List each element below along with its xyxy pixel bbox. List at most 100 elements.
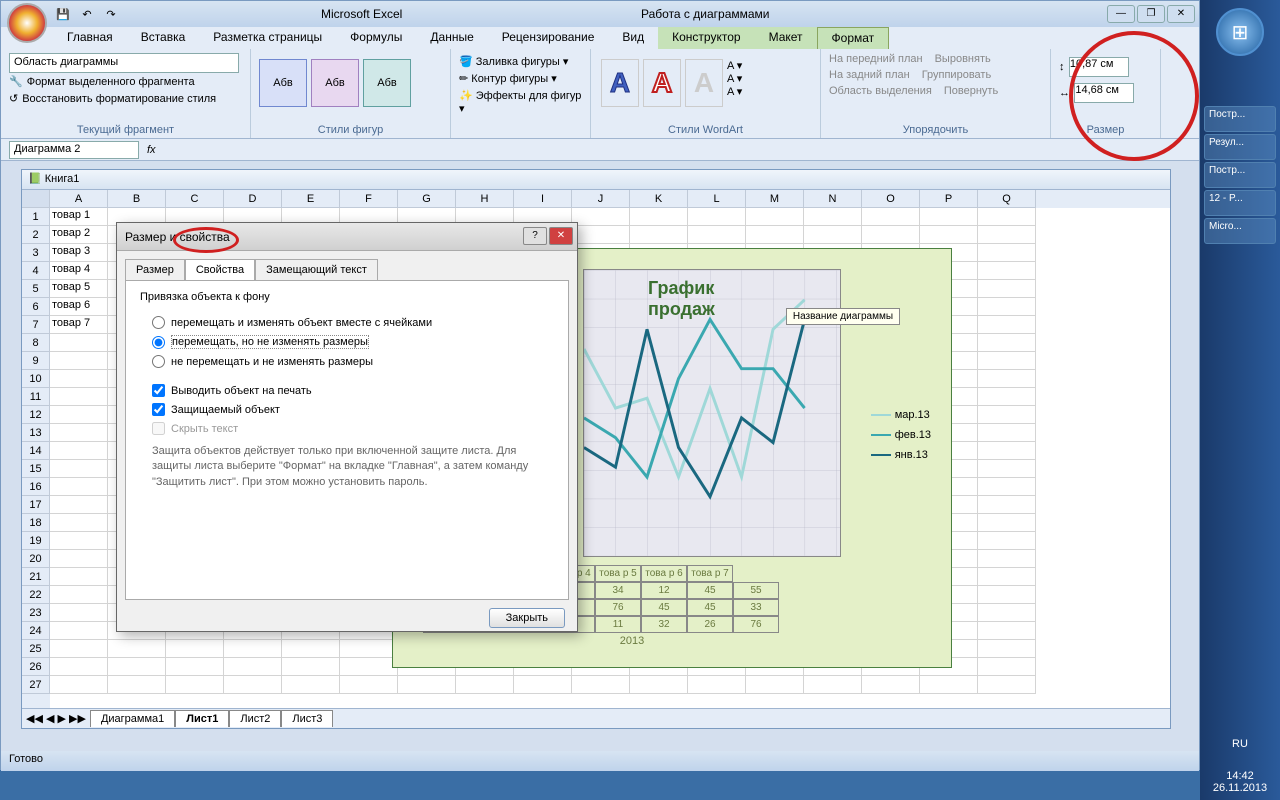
dialog-tabs: Размер Свойства Замещающий текст xyxy=(117,251,577,280)
shape-style-2[interactable]: Абв xyxy=(311,59,359,107)
chart-element-dropdown[interactable]: Область диаграммы xyxy=(9,53,239,73)
height-icon: ↕ xyxy=(1059,61,1065,73)
dialog-close-button[interactable]: ✕ xyxy=(549,227,573,245)
check-print[interactable] xyxy=(152,384,165,397)
group-button[interactable]: Группировать xyxy=(922,69,992,81)
dialog-tab-properties[interactable]: Свойства xyxy=(185,259,255,280)
shape-style-3[interactable]: Абв xyxy=(363,59,411,107)
dialog-tab-alt-text[interactable]: Замещающий текст xyxy=(255,259,378,280)
current-selection-group: Область диаграммы 🔧Формат выделенного фр… xyxy=(1,49,251,138)
check-locked[interactable] xyxy=(152,403,165,416)
radio-no-move[interactable] xyxy=(152,355,165,368)
wordart-style-2[interactable]: А xyxy=(643,59,681,107)
width-icon: ↔ xyxy=(1059,87,1070,99)
tab-view[interactable]: Вид xyxy=(608,27,658,49)
sheet-tab[interactable]: Диаграмма1 xyxy=(90,710,175,727)
format-selection-icon: 🔧 xyxy=(9,75,23,88)
selection-pane-button[interactable]: Область выделения xyxy=(829,85,932,97)
start-button[interactable]: ⊞ xyxy=(1216,8,1264,56)
taskbar-item[interactable]: Резул... xyxy=(1204,134,1276,160)
dialog-tab-size[interactable]: Размер xyxy=(125,259,185,280)
tab-layout[interactable]: Макет xyxy=(755,27,817,49)
x-axis-title: 2013 xyxy=(423,635,841,647)
undo-icon[interactable]: ↶ xyxy=(77,4,97,24)
arrange-group: На передний план Выровнять На задний план… xyxy=(821,49,1051,138)
title-bar: 💾 ↶ ↷ Microsoft Excel Работа с диаграмма… xyxy=(1,1,1199,27)
reset-style-button[interactable]: ↺Восстановить форматирование стиля xyxy=(9,90,242,107)
sheet-tabs: ◀◀ ◀ ▶ ▶▶ Диаграмма1 Лист1 Лист2 Лист3 xyxy=(22,708,1170,728)
wordart-styles-group: А А А A ▾ A ▾ A ▾ Стили WordArt xyxy=(591,49,821,138)
wordart-style-3[interactable]: А xyxy=(685,59,723,107)
tab-formulas[interactable]: Формулы xyxy=(336,27,416,49)
positioning-section-label: Привязка объекта к фону xyxy=(140,291,554,303)
formula-bar: Диаграмма 2 fx xyxy=(1,139,1199,161)
shape-effects-button[interactable]: ✨ Эффекты для фигур ▾ xyxy=(459,87,582,117)
text-effects-button[interactable]: A ▾ xyxy=(727,85,742,98)
reset-icon: ↺ xyxy=(9,92,18,105)
dialog-help-button[interactable]: ? xyxy=(523,227,547,245)
sheet-tab[interactable]: Лист1 xyxy=(175,710,229,727)
tab-home[interactable]: Главная xyxy=(53,27,127,49)
chart-legend[interactable]: мар.13 фев.13 янв.13 xyxy=(871,409,931,469)
fx-icon[interactable]: fx xyxy=(147,144,156,156)
office-button[interactable] xyxy=(7,3,47,43)
tab-insert[interactable]: Вставка xyxy=(127,27,200,49)
sheet-tab[interactable]: Лист2 xyxy=(229,710,281,727)
radio-move-only[interactable] xyxy=(152,336,165,349)
dialog-close-action-button[interactable]: Закрыть xyxy=(489,608,565,628)
group-label: Стили WordArt xyxy=(591,124,820,136)
tab-page-layout[interactable]: Разметка страницы xyxy=(199,27,336,49)
close-button[interactable]: ✕ xyxy=(1167,5,1195,23)
rotate-button[interactable]: Повернуть xyxy=(944,85,998,97)
size-properties-dialog: Размер и свойства ? ✕ Размер Свойства За… xyxy=(116,222,578,632)
windows-taskbar: ⊞ Постр... Резул... Постр... 12 - P... M… xyxy=(1200,0,1280,800)
tab-data[interactable]: Данные xyxy=(416,27,487,49)
tab-review[interactable]: Рецензирование xyxy=(488,27,609,49)
ribbon-tabs: Главная Вставка Разметка страницы Формул… xyxy=(1,27,1199,49)
dialog-body: Привязка объекта к фону перемещать и изм… xyxy=(125,280,569,600)
radio-move-size[interactable] xyxy=(152,316,165,329)
text-fill-button[interactable]: A ▾ xyxy=(727,59,742,72)
legend-item: янв.13 xyxy=(871,449,931,461)
tab-format[interactable]: Формат xyxy=(817,27,890,49)
shape-style-1[interactable]: Абв xyxy=(259,59,307,107)
shape-outline-button[interactable]: ✏ Контур фигуры ▾ xyxy=(459,70,582,87)
taskbar-item[interactable]: Постр... xyxy=(1204,106,1276,132)
save-icon[interactable]: 💾 xyxy=(53,4,73,24)
height-input[interactable]: 10,87 см xyxy=(1069,57,1129,77)
send-back-button[interactable]: На задний план xyxy=(829,69,910,81)
quick-access-toolbar: 💾 ↶ ↷ xyxy=(53,4,121,24)
status-bar: Готово xyxy=(1,751,1199,771)
workbook-title: 📗 Книга1 xyxy=(22,170,1170,190)
text-outline-button[interactable]: A ▾ xyxy=(727,72,742,85)
taskbar-item[interactable]: 12 - P... xyxy=(1204,190,1276,216)
wordart-style-1[interactable]: А xyxy=(601,59,639,107)
redo-icon[interactable]: ↷ xyxy=(101,4,121,24)
format-selection-button[interactable]: 🔧Формат выделенного фрагмента xyxy=(9,73,242,90)
check-hide-text xyxy=(152,422,165,435)
align-button[interactable]: Выровнять xyxy=(935,53,991,65)
shape-fill-group: 🪣 Заливка фигуры ▾ ✏ Контур фигуры ▾ ✨ Э… xyxy=(451,49,591,138)
app-title: Microsoft Excel xyxy=(321,7,402,21)
bring-front-button[interactable]: На передний план xyxy=(829,53,923,65)
row-headers: 1234567891011121314151617181920212223242… xyxy=(22,190,50,710)
sheet-nav[interactable]: ◀◀ ◀ ▶ ▶▶ xyxy=(22,712,90,725)
ribbon: Область диаграммы 🔧Формат выделенного фр… xyxy=(1,49,1199,139)
chart-title[interactable]: График продаж xyxy=(648,278,776,320)
plot-area[interactable]: График продаж Название диаграммы xyxy=(583,269,841,557)
taskbar-item[interactable]: Micro... xyxy=(1204,218,1276,244)
dialog-title-bar[interactable]: Размер и свойства ? ✕ xyxy=(117,223,577,251)
system-tray[interactable]: RU 14:42 26.11.2013 xyxy=(1200,738,1280,794)
tab-design[interactable]: Конструктор xyxy=(658,27,754,49)
protection-info-text: Защита объектов действует только при вкл… xyxy=(140,444,554,490)
minimize-button[interactable]: — xyxy=(1107,5,1135,23)
shape-fill-button[interactable]: 🪣 Заливка фигуры ▾ xyxy=(459,53,582,70)
chart-tools-title: Работа с диаграммами xyxy=(641,7,770,21)
shape-styles-group: Абв Абв Абв Стили фигур xyxy=(251,49,451,138)
group-label: Размер xyxy=(1051,124,1160,136)
width-input[interactable]: 14,68 см xyxy=(1074,83,1134,103)
sheet-tab[interactable]: Лист3 xyxy=(281,710,333,727)
taskbar-item[interactable]: Постр... xyxy=(1204,162,1276,188)
maximize-button[interactable]: ❐ xyxy=(1137,5,1165,23)
name-box[interactable]: Диаграмма 2 xyxy=(9,141,139,159)
